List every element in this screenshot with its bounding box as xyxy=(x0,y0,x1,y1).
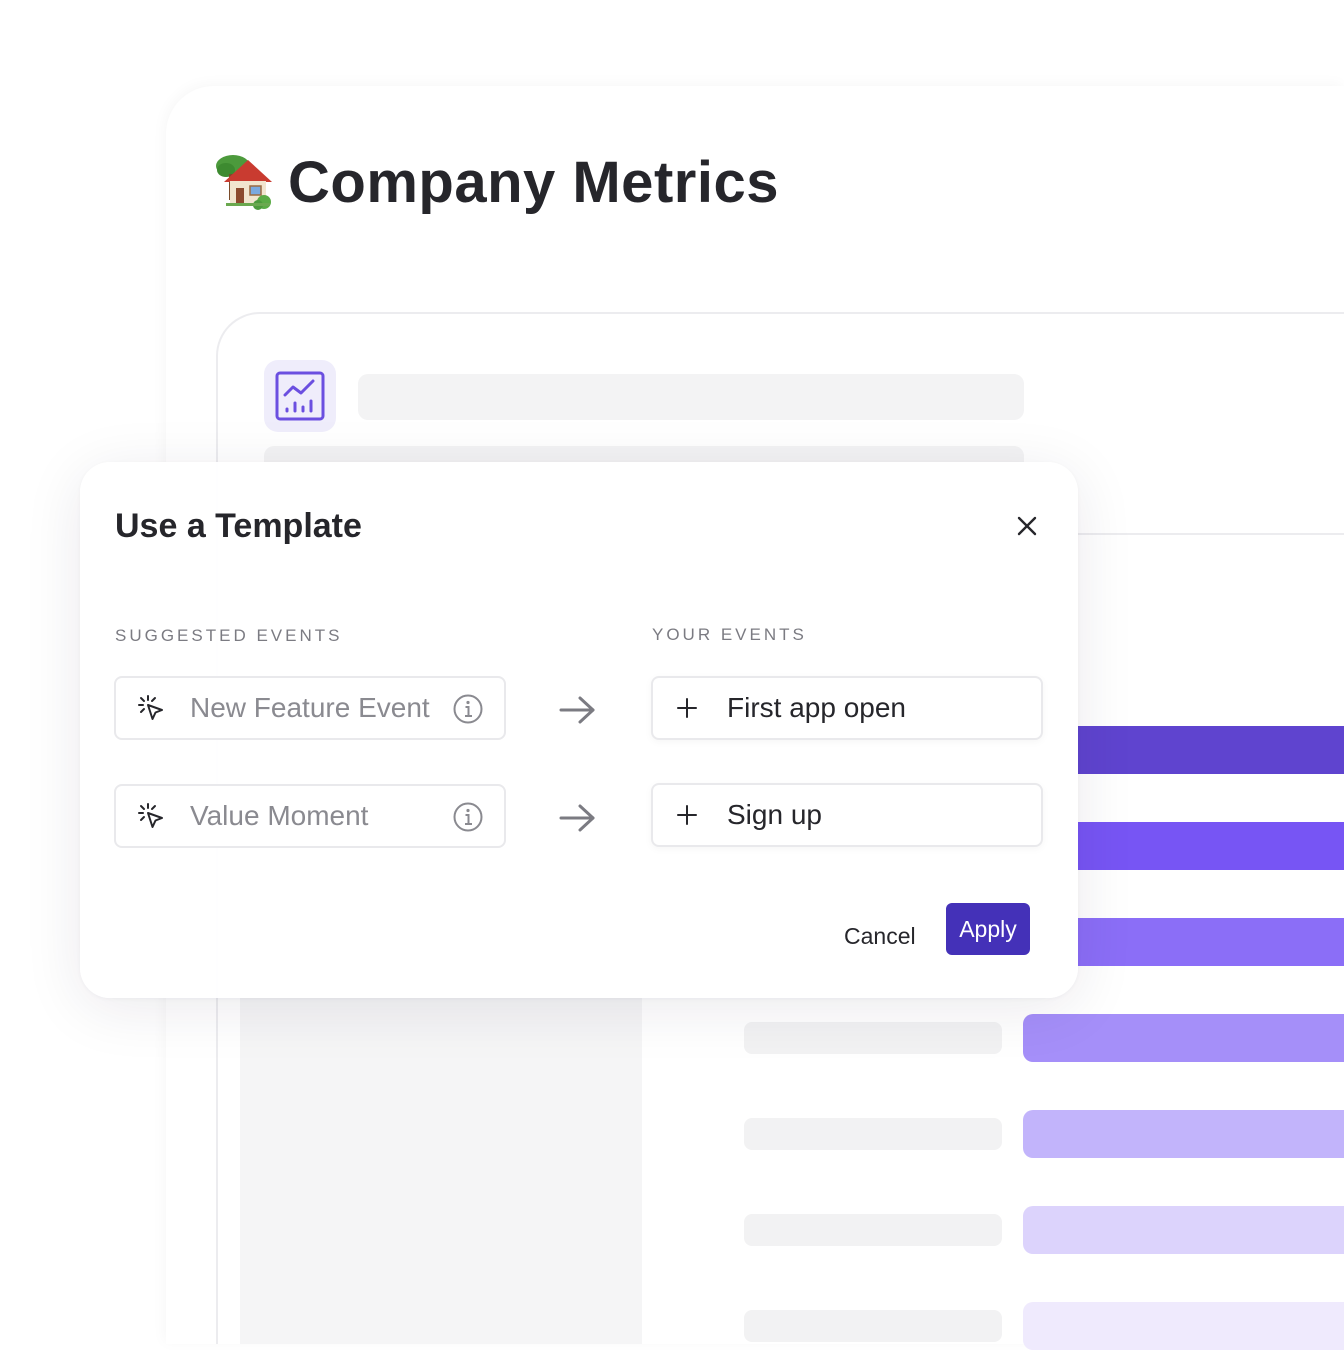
chart-bar xyxy=(1023,1110,1344,1158)
chart-bar xyxy=(1078,918,1344,966)
apply-button[interactable]: Apply xyxy=(946,903,1030,955)
suggested-events-header: SUGGESTED EVENTS xyxy=(115,626,343,645)
chart-bar xyxy=(1023,1014,1344,1062)
your-events-header: YOUR EVENTS xyxy=(652,625,807,644)
suggested-event-new-feature: New Feature Event xyxy=(114,676,506,740)
plus-icon xyxy=(677,698,697,718)
use-template-modal: Use a Template SUGGESTED EVENTS YOUR EVE… xyxy=(80,462,1078,998)
suggested-event-label: Value Moment xyxy=(190,800,369,831)
info-icon[interactable] xyxy=(452,801,484,833)
close-button[interactable] xyxy=(1010,509,1044,543)
your-event-sign-up[interactable]: Sign up xyxy=(651,783,1043,847)
page-title-text: Company Metrics xyxy=(288,149,779,215)
report-left-column xyxy=(240,990,642,1344)
bar-label-placeholder xyxy=(744,1214,1002,1246)
your-event-label: First app open xyxy=(727,692,906,723)
modal-title: Use a Template xyxy=(115,507,362,545)
chart-bar xyxy=(1078,822,1344,870)
suggested-event-label: New Feature Event xyxy=(190,692,430,723)
chart-bar xyxy=(1023,1206,1344,1254)
arrow-right-icon xyxy=(559,696,595,724)
report-icon-tile xyxy=(264,360,336,432)
your-event-first-app-open[interactable]: First app open xyxy=(651,676,1043,740)
your-event-label: Sign up xyxy=(727,799,822,830)
report-title-placeholder xyxy=(358,374,1024,420)
bar-label-placeholder xyxy=(744,1022,1002,1054)
page-title: Company Metrics xyxy=(214,140,779,224)
line-chart-icon xyxy=(275,371,325,421)
house-with-garden-icon xyxy=(216,155,272,210)
bar-label-placeholder xyxy=(744,1118,1002,1150)
info-icon[interactable] xyxy=(452,693,484,725)
suggested-event-value-moment: Value Moment xyxy=(114,784,506,848)
report-divider xyxy=(1078,533,1344,535)
bar-label-placeholder xyxy=(744,1310,1002,1342)
chart-bar xyxy=(1023,1302,1344,1350)
sparkle-cursor-icon xyxy=(138,695,163,720)
plus-icon xyxy=(677,805,697,825)
chart-bar xyxy=(1078,726,1344,774)
close-icon xyxy=(1017,516,1037,536)
cancel-button[interactable]: Cancel xyxy=(830,910,930,962)
arrow-right-icon xyxy=(559,804,595,832)
sparkle-cursor-icon xyxy=(138,803,163,828)
